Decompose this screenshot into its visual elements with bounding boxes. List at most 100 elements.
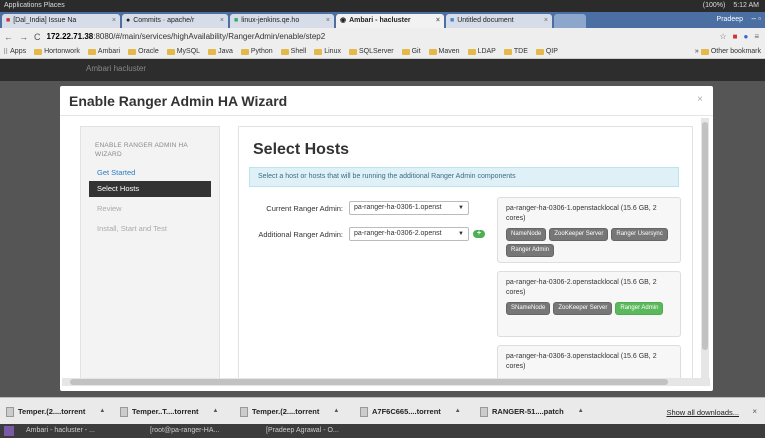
vertical-scrollbar[interactable] (701, 118, 709, 380)
window-controls[interactable]: – ▫ (751, 14, 761, 23)
system-menu[interactable]: Applications Places (4, 0, 65, 12)
folder-icon (208, 48, 217, 55)
bookmark-folder[interactable]: TDE (503, 48, 528, 55)
extension-icon[interactable]: ■ (733, 32, 738, 41)
browser-tab-strip: ■ [Dal_India] Issue Na × ● Commits · apache… (0, 12, 765, 28)
bookmark-folder[interactable]: MySQL (166, 48, 200, 55)
browser-tab[interactable]: ● Commits · apache/r × (122, 14, 228, 28)
browser-tab-active[interactable]: ◉ Ambari - hacluster × (336, 14, 444, 28)
host-name: pa-ranger-ha-0306-1.openstacklocal (15.6… (506, 205, 657, 222)
folder-icon (314, 48, 323, 55)
chevron-down-icon[interactable]: ▲ (578, 403, 584, 420)
wizard-content: Select Hosts Select a host or hosts that… (238, 126, 693, 381)
folder-icon (34, 48, 43, 55)
battery-indicator: (100%) (702, 2, 726, 9)
download-item[interactable]: Temper.(2....torrent ▲ (240, 403, 339, 420)
system-bar: Applications Places (100%) 5:12 AM (0, 0, 765, 12)
wizard-steps-heading: ENABLE RANGER ADMIN HA WIZARD (95, 142, 188, 158)
download-item[interactable]: Temper.(2....torrent ▲ (6, 403, 105, 420)
bookmark-folder[interactable]: SQLServer (348, 48, 394, 55)
bookmark-folder[interactable]: Hortonwork (34, 48, 80, 55)
folder-icon (428, 48, 437, 55)
github-icon: ● (126, 17, 131, 24)
bookmark-folder[interactable]: Maven (428, 48, 460, 55)
close-icon[interactable]: × (326, 14, 330, 28)
chevron-down-icon[interactable]: ▲ (333, 403, 339, 420)
show-all-downloads-link[interactable]: Show all downloads... (666, 408, 739, 417)
wizard-step-select-hosts[interactable]: Select Hosts (89, 181, 211, 197)
browser-tab[interactable]: ■ [Dal_India] Issue Na × (2, 14, 120, 28)
close-icon[interactable]: × (112, 14, 116, 28)
modal-title: Enable Ranger Admin HA Wizard (69, 93, 288, 109)
apps-grid-icon: ⠿ (3, 48, 9, 56)
other-bookmarks[interactable]: » Other bookmark (694, 45, 761, 58)
bookmark-folder[interactable]: Java (208, 48, 233, 55)
folder-icon (700, 49, 709, 55)
bookmark-folder[interactable]: Ambari (87, 48, 120, 55)
bookmarks-bar: ⠿ Apps Hortonwork Ambari Oracle MySQL Jav… (0, 45, 765, 59)
folder-icon (240, 48, 249, 55)
url-input[interactable]: 172.22.71.38:8080/#/main/services/highAv… (47, 32, 326, 41)
horizontal-scrollbar[interactable] (62, 378, 710, 386)
chevron-down-icon[interactable]: ▲ (213, 403, 219, 420)
bookmark-apps[interactable]: ⠿ Apps (3, 48, 26, 56)
forward-icon[interactable]: → (19, 32, 28, 42)
bookmark-folder[interactable]: LDAP (467, 48, 496, 55)
star-icon[interactable]: ☆ (719, 32, 726, 41)
extension-icon[interactable]: ● (743, 32, 748, 41)
component-badge: ZooKeeper Server (553, 302, 613, 315)
app-navbar: Ambari hacluster (0, 59, 765, 81)
taskbar-item[interactable]: Ambari - hacluster - ... (26, 426, 95, 436)
reload-icon[interactable]: C (34, 32, 41, 42)
downloads-bar: Temper.(2....torrent ▲ Temper..T....torre… (0, 397, 765, 424)
close-icon[interactable]: × (544, 14, 548, 28)
download-item[interactable]: A7F6C665....torrent ▲ (360, 403, 461, 420)
bookmark-folder[interactable]: QIP (535, 48, 558, 55)
show-desktop-icon[interactable] (4, 426, 14, 436)
wizard-step-review: Review (97, 204, 122, 213)
close-icon[interactable]: × (436, 14, 440, 28)
folder-icon (166, 48, 175, 55)
host-name: pa-ranger-ha-0306-2.openstacklocal (15.6… (506, 279, 657, 296)
bookmark-folder[interactable]: Shell (280, 48, 306, 55)
chevron-down-icon[interactable]: ▲ (455, 403, 461, 420)
wizard-step-get-started[interactable]: Get Started (89, 165, 211, 181)
current-ranger-admin-select[interactable]: pa-ranger-ha-0306-1.openst ▼ (349, 201, 469, 215)
close-icon[interactable]: × (752, 407, 757, 416)
bookmark-folder[interactable]: Linux (314, 48, 341, 55)
chevron-down-icon[interactable]: ▲ (99, 403, 105, 420)
profile-name[interactable]: Pradeep (717, 14, 743, 26)
bookmark-folder[interactable]: Git (401, 48, 421, 55)
scrollbar-thumb[interactable] (702, 122, 708, 350)
file-icon (360, 406, 368, 417)
bookmark-folder[interactable]: Python (240, 48, 273, 55)
add-ranger-admin-button[interactable]: + (473, 230, 485, 238)
folder-icon (128, 48, 137, 55)
ambari-icon: ◉ (340, 17, 347, 24)
scrollbar-thumb[interactable] (70, 379, 668, 385)
taskbar-item[interactable]: [root@pa-ranger-HA... (150, 426, 219, 436)
bookmark-folder[interactable]: Oracle (128, 48, 159, 55)
download-item[interactable]: RANGER-51....patch ▲ (480, 403, 584, 420)
folder-icon (87, 48, 96, 55)
close-icon[interactable]: × (697, 94, 703, 105)
app-brand: Ambari hacluster (86, 64, 147, 73)
menu-icon[interactable]: ≡ (754, 32, 759, 41)
browser-tab[interactable]: ■ linux-jenkins.qe.ho × (230, 14, 334, 28)
clock: 5:12 AM (733, 2, 759, 9)
page-title: Select Hosts (253, 141, 350, 158)
taskbar-item[interactable]: [Pradeep Agrawal - O... (266, 426, 339, 436)
component-badge: SNameNode (506, 302, 551, 315)
wizard-step-install: Install, Start and Test (97, 224, 167, 233)
back-icon[interactable]: ← (4, 32, 13, 42)
modal-header: Enable Ranger Admin HA Wizard × (60, 86, 713, 116)
host-card: pa-ranger-ha-0306-3.openstacklocal (15.6… (497, 345, 681, 380)
file-icon (480, 406, 488, 417)
address-bar: ← → C 172.22.71.38:8080/#/main/services/… (0, 28, 765, 45)
browser-tab[interactable]: ■ Untitled document × (446, 14, 552, 28)
wizard-steps-sidebar: ENABLE RANGER ADMIN HA WIZARD Get Starte… (80, 126, 220, 381)
additional-ranger-admin-select[interactable]: pa-ranger-ha-0306-2.openst ▼ (349, 227, 469, 241)
new-tab-button[interactable] (554, 14, 586, 28)
close-icon[interactable]: × (220, 14, 224, 28)
download-item[interactable]: Temper..T....torrent ▲ (120, 403, 219, 420)
